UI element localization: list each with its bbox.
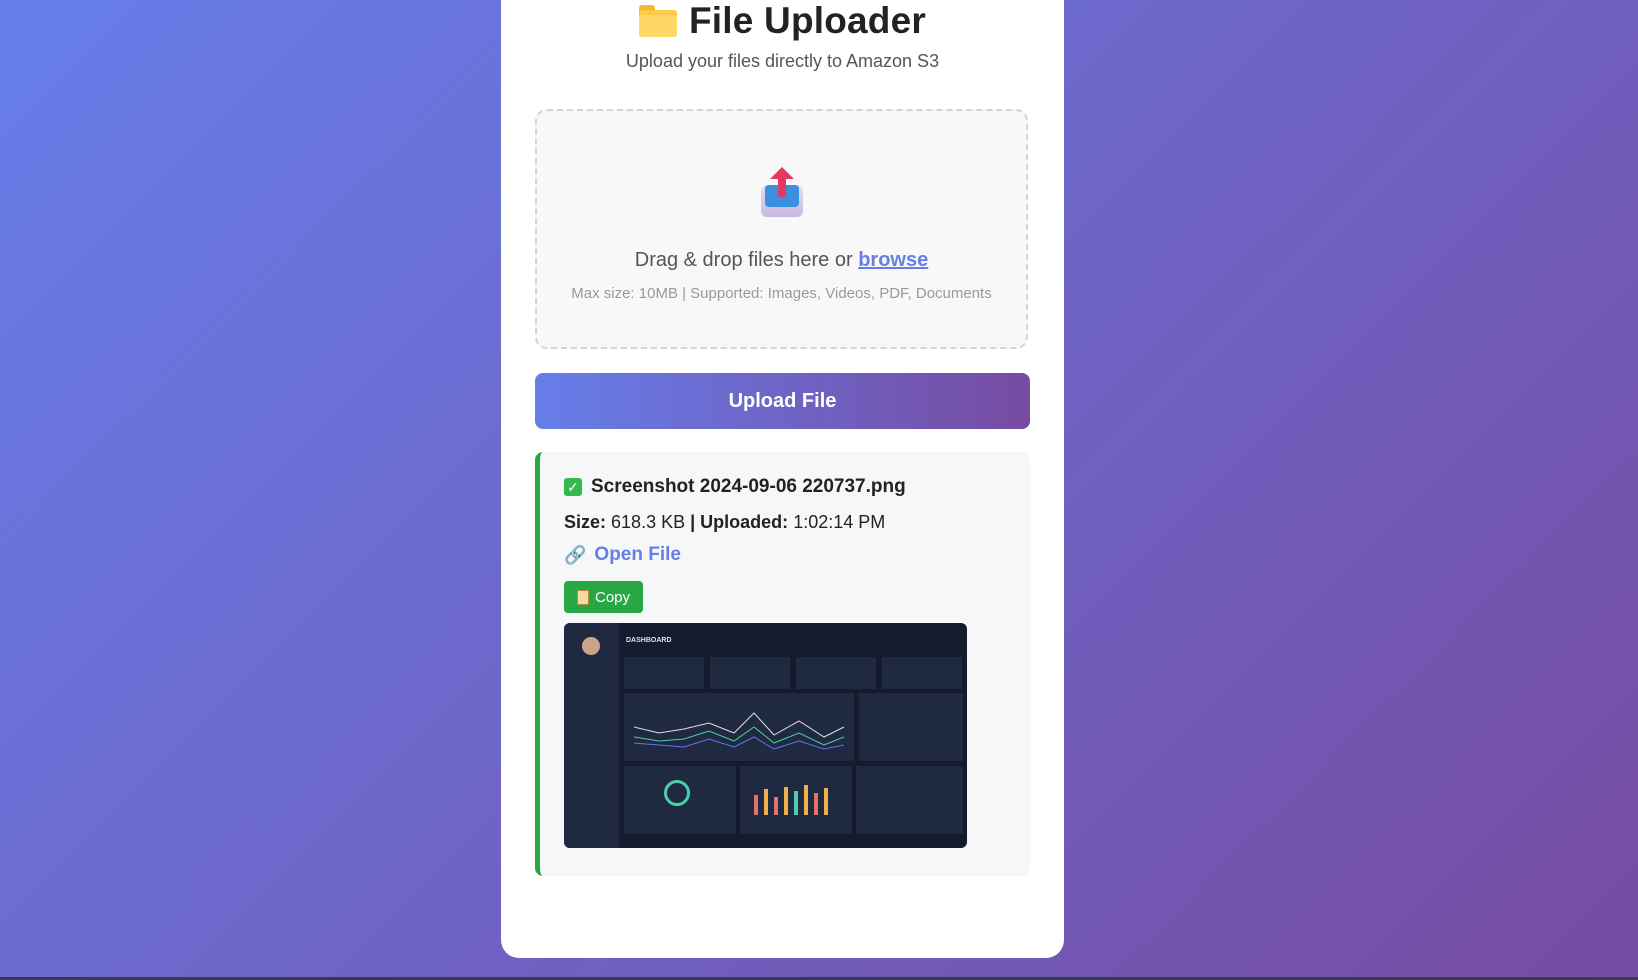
uploader-card: File Uploader Upload your files directly… bbox=[501, 0, 1064, 958]
upload-result-card: ✓ Screenshot 2024-09-06 220737.png Size:… bbox=[535, 452, 1030, 876]
page-title: File Uploader bbox=[689, 0, 926, 41]
meta-separator: | bbox=[690, 512, 696, 532]
folder-icon bbox=[639, 5, 677, 37]
file-meta: Size: 618.3 KB | Uploaded: 1:02:14 PM bbox=[564, 512, 885, 533]
preview-line-chart bbox=[624, 693, 854, 761]
preview-bar bbox=[804, 785, 808, 815]
drop-text: Drag & drop files here or bbox=[634, 249, 853, 271]
clipboard-icon bbox=[576, 589, 589, 605]
drop-zone[interactable]: Drag & drop files here or browse Max siz… bbox=[535, 109, 1028, 349]
uploaded-label: Uploaded: bbox=[700, 512, 789, 532]
preview-transactions-panel bbox=[859, 693, 963, 761]
drop-hint: Max size: 10MB | Supported: Images, Vide… bbox=[571, 285, 992, 302]
link-icon: 🔗 bbox=[564, 544, 587, 565]
size-value: 618.3 KB bbox=[611, 512, 686, 532]
image-preview[interactable]: DASHBOARD bbox=[564, 623, 967, 848]
copy-label: Copy bbox=[594, 588, 631, 606]
preview-dashboard-title: DASHBOARD bbox=[626, 637, 672, 644]
preview-bar bbox=[754, 795, 758, 815]
uploaded-value: 1:02:14 PM bbox=[793, 512, 886, 532]
preview-bar bbox=[824, 788, 828, 815]
open-file-link[interactable]: Open File bbox=[594, 544, 681, 566]
drop-instructions: Drag & drop files here or browse bbox=[537, 249, 1026, 272]
preview-bar bbox=[774, 797, 778, 815]
preview-stat-card bbox=[796, 657, 876, 689]
file-row: ✓ Screenshot 2024-09-06 220737.png bbox=[564, 476, 906, 498]
upload-tray-icon bbox=[759, 167, 805, 219]
upload-file-button[interactable]: Upload File bbox=[535, 373, 1030, 429]
check-icon: ✓ bbox=[564, 478, 582, 496]
open-file-row: 🔗 Open File bbox=[564, 544, 681, 566]
copy-button[interactable]: Copy bbox=[564, 581, 643, 613]
preview-bar bbox=[784, 787, 788, 815]
preview-bar bbox=[794, 791, 798, 815]
preview-avatar bbox=[582, 637, 600, 655]
preview-stat-card bbox=[710, 657, 790, 689]
preview-stat-card bbox=[624, 657, 704, 689]
preview-donut bbox=[664, 780, 690, 806]
size-label: Size: bbox=[564, 512, 607, 532]
page-subtitle: Upload your files directly to Amazon S3 bbox=[625, 51, 940, 71]
preview-bar bbox=[814, 793, 818, 815]
file-name: Screenshot 2024-09-06 220737.png bbox=[591, 476, 906, 497]
preview-map-panel bbox=[856, 766, 963, 834]
title-row: File Uploader bbox=[501, 0, 1064, 42]
preview-sidebar bbox=[564, 623, 619, 848]
preview-stat-card bbox=[882, 657, 962, 689]
preview-line-chart-svg bbox=[633, 712, 845, 750]
browse-link[interactable]: browse bbox=[858, 249, 928, 271]
preview-bar bbox=[764, 789, 768, 815]
